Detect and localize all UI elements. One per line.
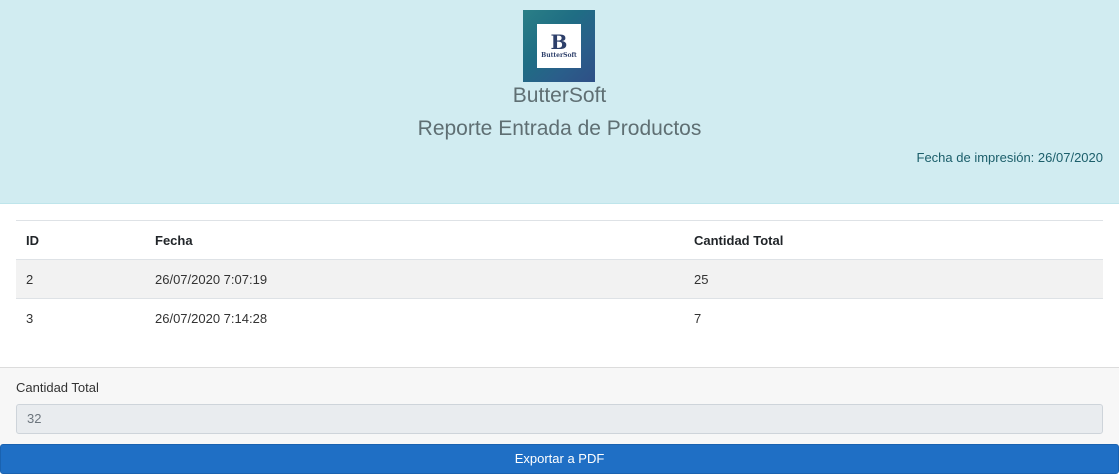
products-table: ID Fecha Cantidad Total 2 26/07/2020 7:0… (16, 220, 1103, 338)
cell-id: 2 (16, 259, 145, 299)
print-date: Fecha de impresión: 26/07/2020 (917, 150, 1103, 165)
column-header-cantidad: Cantidad Total (684, 220, 1103, 260)
page-title: Reporte Entrada de Productos (417, 117, 702, 140)
logo-letter: B (550, 30, 568, 54)
cell-cantidad: 7 (684, 298, 1103, 338)
total-quantity-field[interactable]: 32 (16, 404, 1103, 434)
logo-wordmark: ButterSoft (541, 52, 577, 59)
print-date-value: 26/07/2020 (1037, 150, 1103, 165)
table-header-row: ID Fecha Cantidad Total (16, 220, 1103, 260)
table-row: 2 26/07/2020 7:07:19 25 (16, 259, 1103, 299)
table-row: 3 26/07/2020 7:14:28 7 (16, 298, 1103, 338)
cell-id: 3 (16, 298, 145, 338)
column-header-fecha: Fecha (145, 220, 684, 260)
cell-fecha: 26/07/2020 7:07:19 (145, 259, 684, 299)
column-header-id: ID (16, 220, 145, 260)
logo-badge: B ButterSoft (537, 24, 581, 68)
print-date-label: Fecha de impresión: (916, 150, 1035, 165)
brand-name: ButterSoft (512, 84, 607, 107)
export-pdf-button[interactable]: Exportar a PDF (0, 444, 1119, 474)
buttersoft-logo-icon: B ButterSoft (523, 10, 595, 82)
cell-cantidad: 25 (684, 259, 1103, 299)
totals-panel: Cantidad Total 32 (0, 367, 1119, 445)
report-header: B ButterSoft ButterSoft Reporte Entrada … (0, 0, 1119, 204)
total-label: Cantidad Total (16, 380, 99, 395)
cell-fecha: 26/07/2020 7:14:28 (145, 298, 684, 338)
